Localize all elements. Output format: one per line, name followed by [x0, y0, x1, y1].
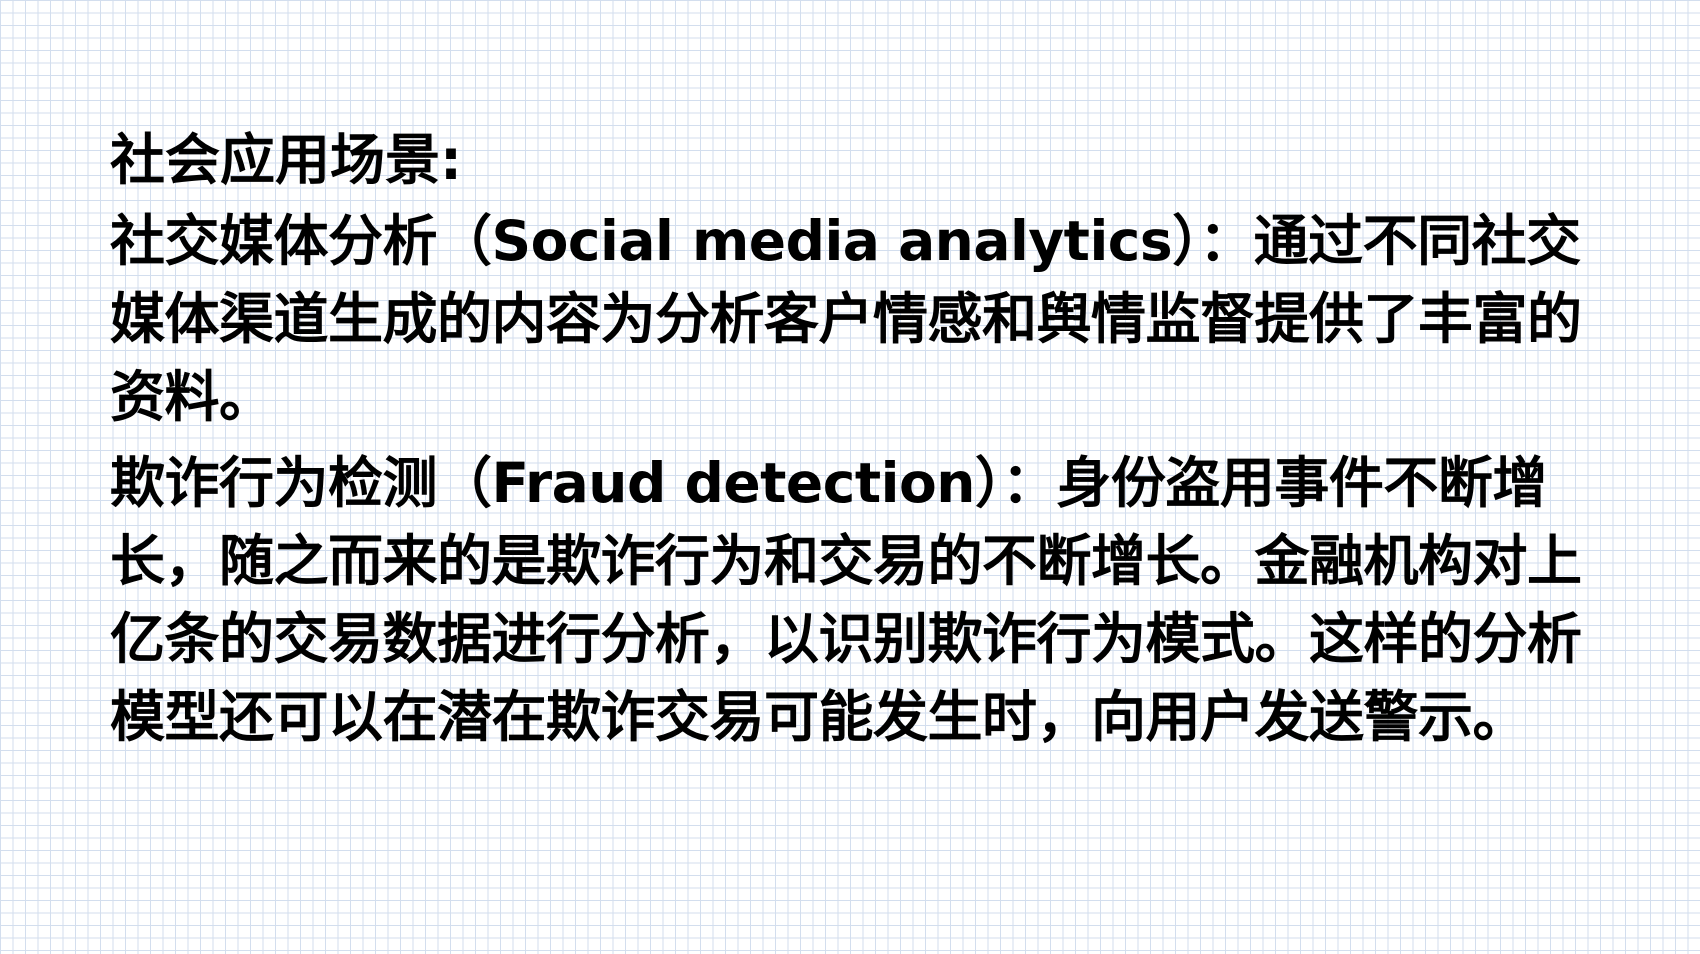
slide-content: 社会应用场景: 社交媒体分析（Social media analytics）：通…	[110, 120, 1630, 756]
slide-heading: 社会应用场景:	[110, 128, 462, 192]
paragraph-social-media-analytics: 社交媒体分析（Social media analytics）：通过不同社交媒体渠…	[110, 209, 1582, 429]
slide: 社会应用场景: 社交媒体分析（Social media analytics）：通…	[0, 0, 1700, 954]
paragraph-fraud-detection: 欺诈行为检测（Fraud detection）：身份盗用事件不断增长，随之而来的…	[110, 451, 1582, 749]
